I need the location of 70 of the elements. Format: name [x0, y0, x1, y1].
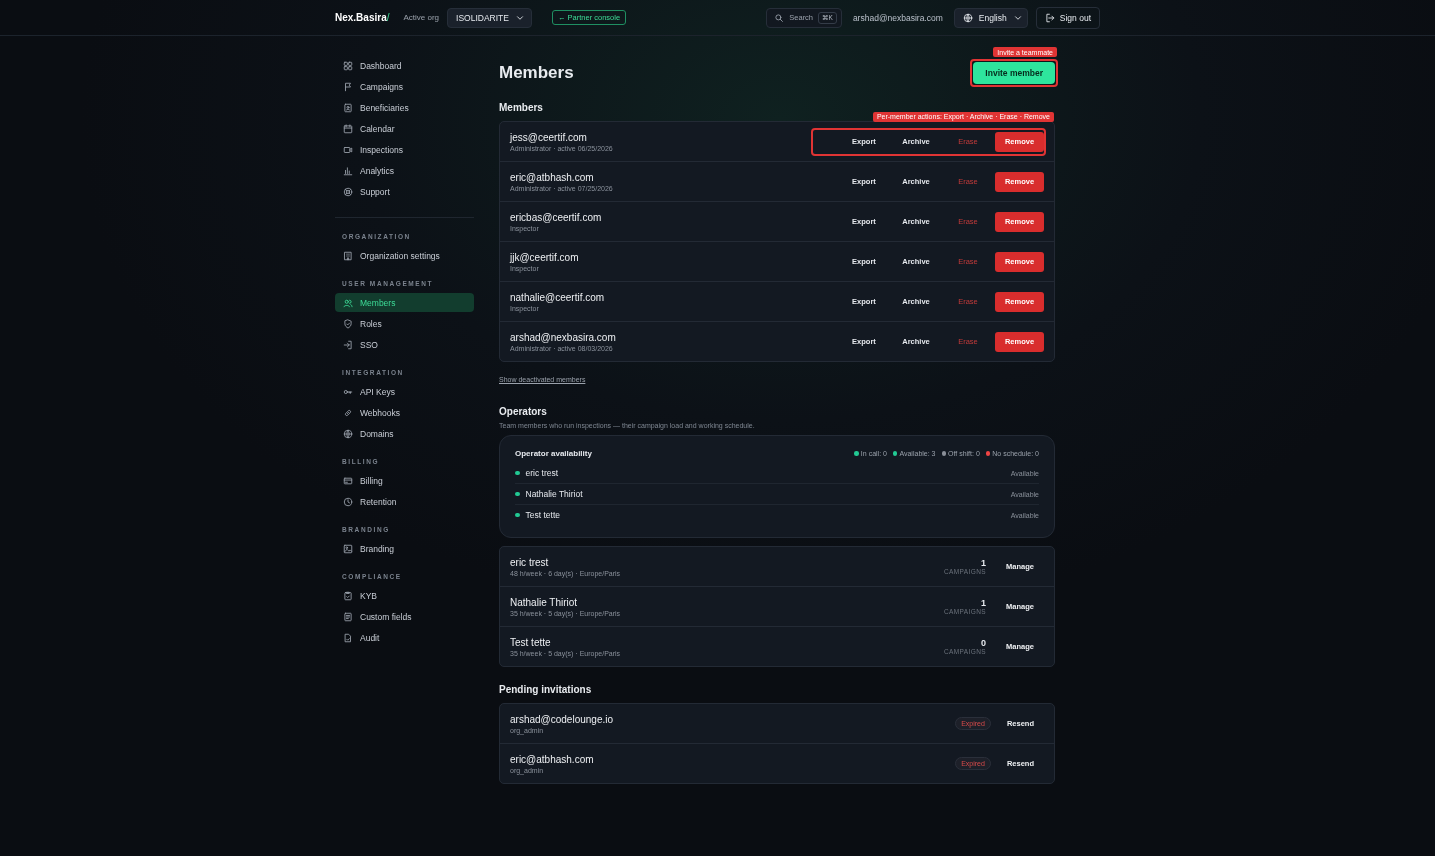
shield-icon	[343, 318, 353, 329]
active-org-label: Active org	[403, 13, 440, 22]
globe-icon	[343, 428, 353, 439]
clock-icon	[343, 496, 353, 507]
member-email: jjk@ceertif.com	[510, 251, 580, 263]
invitation-email: arshad@codelounge.io	[510, 713, 614, 725]
sign-out-button[interactable]: Sign out	[1035, 6, 1100, 29]
operator-name: Nathalie Thiriot	[510, 596, 579, 608]
operator-name: eric trest	[525, 468, 560, 478]
sidebar-item[interactable]: Dashboard	[335, 56, 474, 75]
campaign-count: 1	[981, 558, 987, 568]
sidebar-item[interactable]: Inspections	[335, 140, 474, 159]
document-icon	[343, 611, 353, 622]
sign-in-icon	[343, 339, 353, 350]
sidebar-item[interactable]: Analytics	[335, 161, 474, 180]
member-email: ericbas@ceertif.com	[510, 211, 603, 223]
sidebar-item[interactable]: Branding	[335, 539, 474, 558]
member-email: nathalie@ceertif.com	[510, 291, 606, 303]
sidebar-item[interactable]: API Keys	[335, 382, 474, 401]
operator-name: Nathalie Thiriot	[525, 489, 584, 499]
clipboard-icon	[343, 590, 353, 601]
card-title: Operator availability	[515, 449, 592, 458]
sidebar-item[interactable]: Roles	[335, 314, 474, 333]
bar-chart-icon	[343, 165, 353, 176]
language-select[interactable]: English	[953, 7, 1028, 28]
invite-member-button[interactable]: Invite member	[973, 62, 1055, 84]
sign-out-icon	[1044, 12, 1055, 23]
users-icon	[343, 297, 353, 308]
sidebar-item[interactable]: KYB	[335, 586, 474, 605]
sidebar-item[interactable]: Beneficiaries	[335, 98, 474, 117]
sidebar-item[interactable]: Organization settings	[335, 246, 474, 265]
sidebar-item[interactable]: Billing	[335, 471, 474, 490]
member-email: jess@ceertif.com	[510, 131, 588, 143]
operator-name: Test tette	[510, 636, 552, 648]
video-camera-icon	[343, 144, 353, 155]
page-title: Members	[499, 63, 574, 83]
credit-card-icon	[343, 475, 353, 486]
building-icon	[343, 250, 353, 261]
sidebar-item[interactable]: Custom fields	[335, 607, 474, 626]
flag-icon	[343, 81, 353, 92]
section-title: Operators	[499, 406, 548, 417]
search-icon	[774, 12, 785, 23]
operator-name: eric trest	[510, 556, 550, 568]
org-select[interactable]: ISOLIDARITE	[447, 7, 532, 28]
sidebar-item[interactable]: Webhooks	[335, 403, 474, 422]
member-email: arshad@nexbasira.com	[510, 331, 617, 343]
sidebar-item[interactable]: SSO	[335, 335, 474, 354]
logo[interactable]: Nex.Basira/	[335, 12, 390, 23]
user-email: arshad@nexbasira.com	[852, 12, 943, 23]
sidebar-item[interactable]: Audit	[335, 628, 474, 647]
lifebuoy-icon	[343, 186, 353, 197]
section-title: Pending invitations	[499, 684, 593, 695]
id-card-icon	[343, 102, 353, 113]
campaign-count: 0	[981, 638, 987, 648]
member-email: eric@atbhash.com	[510, 171, 595, 183]
sidebar-item[interactable]: Domains	[335, 424, 474, 443]
sidebar-item[interactable]: Retention	[335, 492, 474, 511]
image-icon	[343, 543, 353, 554]
sidebar-item[interactable]: Support	[335, 182, 474, 201]
grid-icon	[343, 60, 353, 71]
campaign-count: 1	[981, 598, 987, 608]
invitation-email: eric@atbhash.com	[510, 753, 595, 765]
sidebar-item[interactable]: Members	[335, 293, 474, 312]
section-title: Members	[499, 102, 544, 113]
calendar-icon	[343, 123, 353, 134]
globe-icon	[962, 12, 973, 23]
sidebar-item[interactable]: Calendar	[335, 119, 474, 138]
sidebar-item[interactable]: Campaigns	[335, 77, 474, 96]
link-icon	[343, 407, 353, 418]
operator-name: Test tette	[525, 510, 561, 520]
